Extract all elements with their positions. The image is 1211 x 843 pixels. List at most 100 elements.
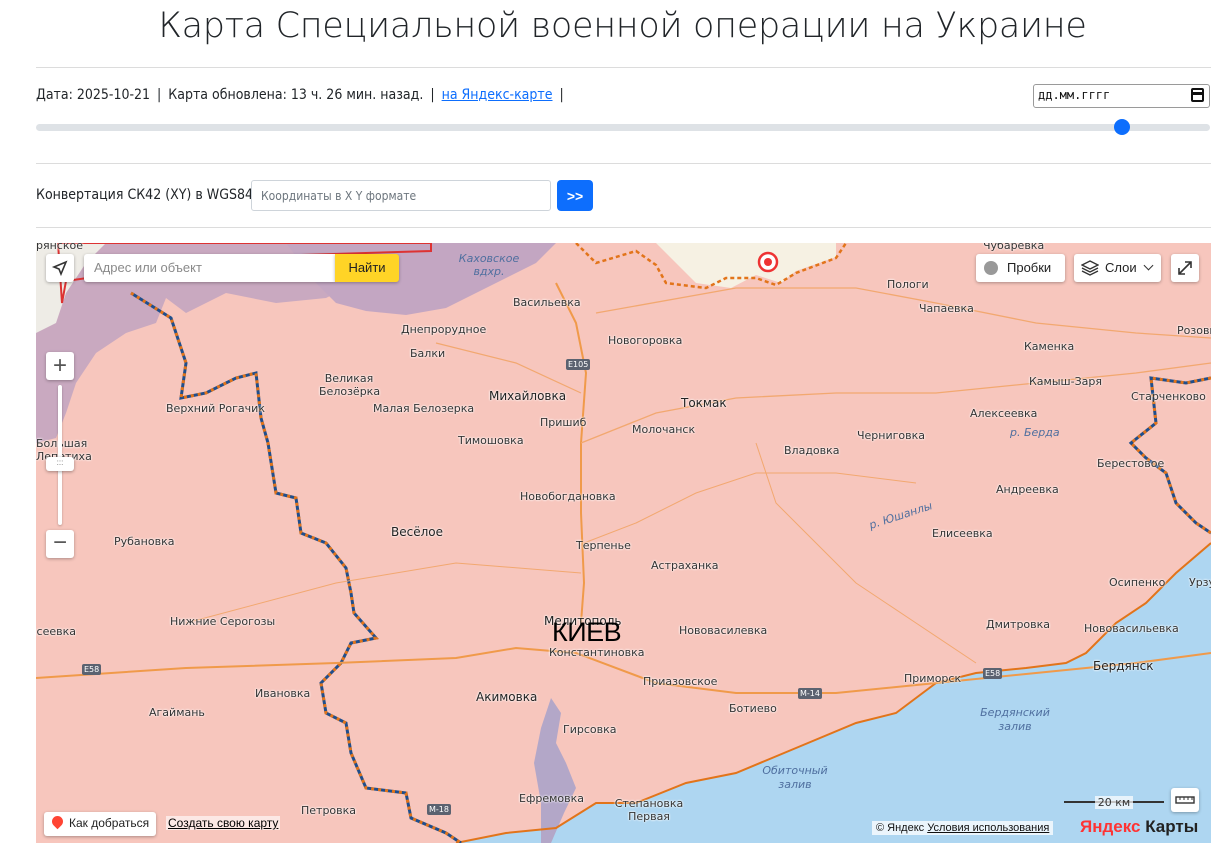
road — [755, 442, 977, 664]
place-label: Гирсовка — [563, 723, 617, 736]
place-label: Каменка — [1024, 340, 1075, 353]
place-label: Рубановка — [114, 535, 175, 548]
convert-button[interactable]: >> — [557, 180, 593, 211]
zoom-slider-handle[interactable]: ::: — [46, 457, 74, 471]
place-label: Акимовка — [476, 690, 538, 704]
layers-button[interactable]: Слои — [1074, 254, 1161, 282]
timeline-slider-handle[interactable] — [1113, 119, 1130, 135]
route-button-label: Как добраться — [69, 816, 150, 830]
zoom-in-button[interactable]: + — [46, 352, 74, 380]
map-attribution: © Яндекс Условия использования — [872, 821, 1054, 835]
terms-link[interactable]: Условия использования — [927, 822, 1049, 834]
converter-label: Конвертация СК42 (XY) в WGS84: — [36, 187, 258, 203]
divider — [36, 67, 1211, 68]
traffic-light-icon — [984, 261, 998, 275]
place-label: Осипенко — [1109, 576, 1166, 589]
water-label: р. Берда — [1010, 426, 1060, 439]
route-button[interactable]: Как добраться — [44, 812, 156, 836]
zoom-out-button[interactable]: − — [46, 530, 74, 558]
zoom-slider-track[interactable] — [58, 385, 62, 525]
place-label: Дмитровка — [986, 618, 1051, 631]
place-label: Новобогдановка — [520, 490, 616, 503]
map-search-button[interactable]: Найти — [335, 254, 399, 282]
map-pin-icon — [49, 813, 66, 830]
front-line-west — [130, 291, 462, 843]
traffic-button-label: Пробки — [1007, 260, 1052, 275]
place-label: Астраханка — [651, 559, 719, 572]
place-label: Ивановка — [255, 687, 311, 700]
expand-icon — [1178, 261, 1192, 275]
place-label: Розовка — [1177, 324, 1211, 337]
layers-icon — [1081, 260, 1099, 276]
place-label: Михайловка — [489, 389, 567, 403]
place-label: Пришиб — [540, 416, 587, 429]
page-title: Карта Специальной военной операции на Ук… — [158, 6, 1087, 46]
map-updated: Карта обновлена: 13 ч. 26 мин. назад. — [168, 87, 424, 103]
geolocation-button[interactable] — [46, 254, 74, 282]
map-date: Дата: 2025-10-21 — [36, 87, 151, 103]
ruler-icon — [1175, 796, 1195, 804]
fullscreen-button[interactable] — [1171, 254, 1199, 282]
place-label: Бердянск — [1093, 659, 1154, 673]
scale-label: 20 км — [1094, 796, 1134, 809]
place-label: Верхний Рогачик — [166, 402, 265, 415]
place-label: Нововасилевка — [679, 624, 768, 637]
water-label: Каховское вдхр. — [458, 252, 520, 278]
place-label: Приазовское — [643, 675, 718, 688]
coordinates-input[interactable] — [251, 180, 551, 211]
date-picker[interactable]: дд.мм.гггг — [1033, 84, 1210, 108]
calendar-icon[interactable] — [1191, 88, 1204, 102]
place-label: Петровка — [301, 804, 357, 817]
place-label: Ефремовка — [519, 792, 585, 805]
place-label: Чапаевка — [919, 302, 974, 315]
map-info-line: Дата: 2025-10-21 | Карта обновлена: 13 ч… — [36, 87, 564, 103]
road — [185, 562, 582, 624]
yandex-maps-logo[interactable]: Яндекс Карты — [1080, 817, 1198, 837]
highway-shield: E58 — [82, 664, 102, 675]
place-label: Терпенье — [576, 539, 631, 552]
place-label: рянское — [36, 243, 83, 252]
highway-shield: E105 — [566, 359, 591, 370]
create-map-link[interactable]: Создать свою карту — [166, 816, 281, 830]
water-label: Обиточный залив — [762, 764, 828, 791]
place-label: Черниговка — [857, 429, 926, 442]
place-label: Камыш-Заря — [1029, 375, 1102, 388]
ruler-button[interactable] — [1171, 788, 1199, 812]
divider — [36, 227, 1211, 228]
place-label: Днепрорудное — [401, 323, 487, 336]
place-label: Молочанск — [632, 423, 696, 436]
yandex-map-link[interactable]: на Яндекс-карте — [442, 87, 553, 103]
place-label: Берестовое — [1097, 457, 1165, 470]
ukraine-controlled-north — [656, 243, 836, 288]
place-label: Тимошовка — [458, 434, 524, 447]
place-label: Нововасильевка — [1084, 622, 1179, 635]
place-label: Чубаревка — [983, 243, 1045, 252]
location-arrow-icon — [51, 260, 68, 277]
place-label: Новоалексеевка — [36, 625, 76, 638]
place-label: Пологи — [887, 278, 929, 291]
place-label: Приморск — [904, 672, 962, 685]
place-label: Балки — [410, 347, 446, 360]
road — [595, 287, 1211, 339]
traffic-button[interactable]: Пробки — [976, 254, 1065, 282]
place-label: Нижние Серогозы — [170, 615, 276, 628]
place-label: Старченково — [1131, 390, 1206, 403]
place-label: Степановка Первая — [614, 797, 684, 823]
map-overlay-label: КИЕВ — [552, 617, 622, 647]
place-label: Великая Белозёрка — [319, 372, 381, 398]
place-label: Ботиево — [729, 702, 777, 715]
divider — [36, 163, 1211, 164]
layers-button-label: Слои — [1105, 260, 1137, 275]
chevron-down-icon — [1143, 260, 1154, 271]
place-label: Токмак — [681, 396, 727, 410]
map-view[interactable]: рянское Каховское вдхр. Васильевка Днепр… — [36, 243, 1211, 843]
timeline-slider-track[interactable] — [36, 124, 1210, 131]
place-label: Весёлое — [391, 525, 443, 539]
map-search-input[interactable]: Адрес или объект — [84, 254, 335, 282]
road — [435, 342, 582, 394]
date-picker-placeholder: дд.мм.гггг — [1038, 88, 1111, 102]
place-label: Малая Белозерка — [373, 402, 475, 415]
place-label: Агаймань — [149, 706, 205, 719]
front-line-west-dash — [130, 291, 462, 843]
place-label: Васильевка — [513, 296, 581, 309]
